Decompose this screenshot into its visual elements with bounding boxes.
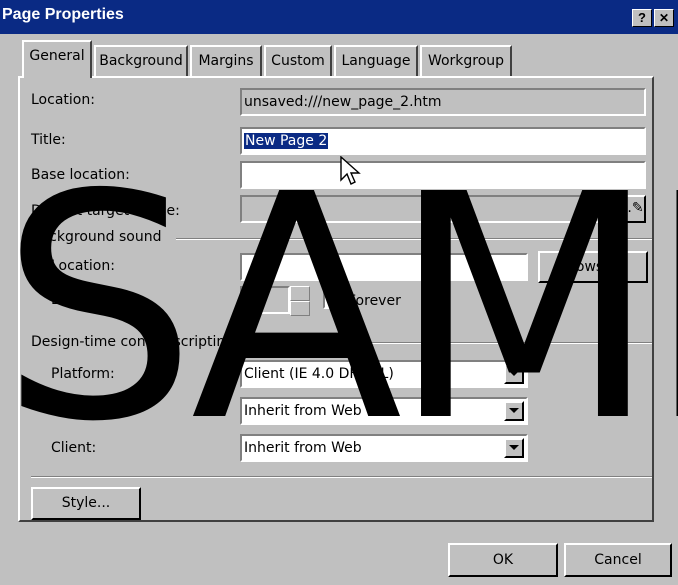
forever-checkbox[interactable]: ✓ (323, 291, 341, 309)
base-location-input[interactable] (240, 161, 646, 189)
location-label: Location: (31, 92, 95, 108)
style-button[interactable]: Style... (31, 487, 141, 520)
base-location-label: Base location: (31, 167, 130, 183)
close-button[interactable]: ✕ (654, 9, 674, 27)
server-select-value: Inherit from Web (244, 403, 362, 419)
tab-language[interactable]: Language (334, 45, 418, 76)
server-dropdown-arrow-icon[interactable] (504, 401, 524, 421)
forever-label: Forever (348, 293, 401, 309)
pencil-icon: ✎ (631, 200, 644, 216)
background-sound-divider (176, 238, 652, 240)
tab-margins[interactable]: Margins (190, 45, 262, 76)
scripting-divider (232, 342, 652, 344)
tab-workgroup[interactable]: Workgroup (420, 45, 512, 76)
loop-spin-up-button[interactable] (290, 286, 310, 301)
platform-label: Platform: (51, 366, 115, 382)
location-field: unsaved:///new_page_2.htm (240, 88, 646, 116)
platform-select[interactable]: Client (IE 4.0 DHTML) (240, 360, 528, 388)
sound-location-input[interactable] (240, 253, 528, 281)
ok-button[interactable]: OK (448, 543, 558, 577)
loop-spin-down-button[interactable] (290, 301, 310, 316)
help-button[interactable]: ? (632, 9, 652, 27)
server-label: Server: (51, 403, 102, 419)
client-select-value: Inherit from Web (244, 440, 362, 456)
pencil-button-dots: ... (618, 200, 632, 216)
client-dropdown-arrow-icon[interactable] (504, 438, 524, 458)
client-select[interactable]: Inherit from Web (240, 434, 528, 462)
loop-label: Loop: (51, 292, 90, 308)
style-divider (31, 476, 652, 478)
server-select[interactable]: Inherit from Web (240, 397, 528, 425)
platform-dropdown-arrow-icon[interactable] (504, 364, 524, 384)
title-input[interactable]: New Page 2 (240, 127, 646, 155)
tab-general[interactable]: General (22, 40, 92, 78)
mouse-cursor-icon (340, 156, 361, 185)
title-input-value: New Page 2 (244, 133, 329, 149)
cancel-button[interactable]: Cancel (564, 543, 672, 577)
title-label: Title: (31, 132, 66, 148)
browse-button[interactable]: Browse... (538, 251, 648, 283)
default-target-frame-field (240, 195, 612, 223)
platform-select-value: Client (IE 4.0 DHTML) (244, 366, 394, 382)
loop-field: 0 (240, 286, 290, 314)
sound-location-label: Location: (51, 258, 115, 274)
target-frame-pencil-button[interactable]: ...✎ (616, 195, 646, 223)
window-title: Page Properties (2, 6, 124, 23)
default-target-frame-label: Default target frame: (31, 203, 180, 219)
tab-background[interactable]: Background (94, 45, 188, 76)
background-sound-group-label: Background sound (31, 229, 162, 245)
client-label: Client: (51, 440, 97, 456)
tab-custom[interactable]: Custom (264, 45, 332, 76)
scripting-group-label: Design-time control scripting (31, 334, 235, 350)
